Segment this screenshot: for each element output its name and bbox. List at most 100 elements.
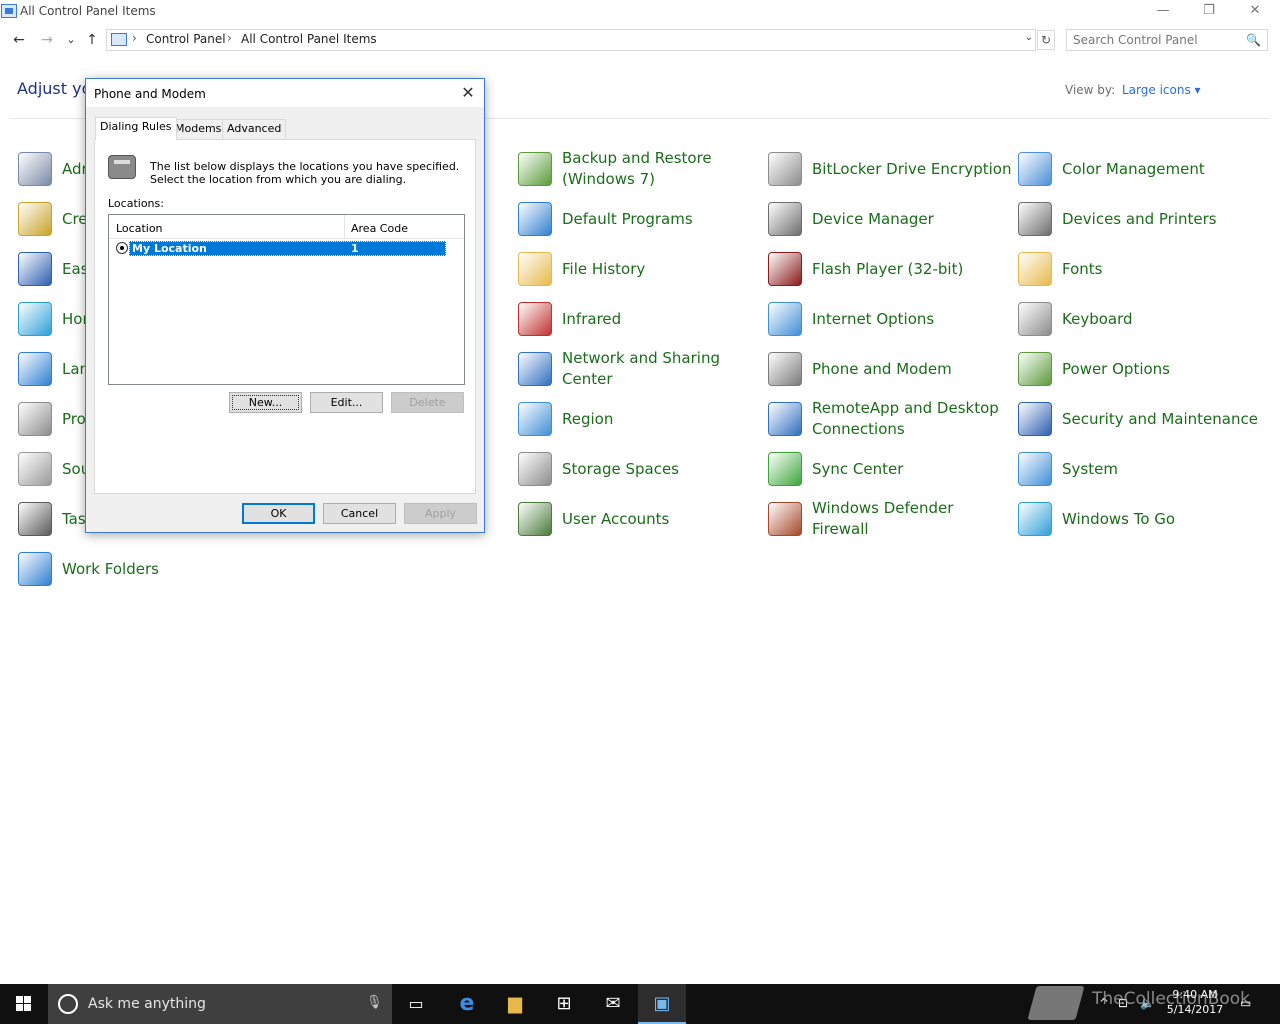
breadcrumb-all-items[interactable]: All Control Panel Items (241, 32, 377, 46)
forward-button[interactable]: → (37, 30, 57, 50)
new-location-button[interactable]: New... (229, 392, 302, 413)
control-panel-item[interactable]: Devices and Printers (1018, 196, 1258, 242)
control-panel-item-label[interactable]: Storage Spaces (562, 446, 762, 492)
search-input[interactable] (1073, 32, 1243, 48)
control-panel-item-label[interactable]: Infrared (562, 296, 762, 342)
control-panel-item[interactable]: Keyboard (1018, 296, 1258, 342)
tab-modems[interactable]: Modems (170, 119, 227, 139)
control-panel-item-label[interactable]: Region (562, 396, 762, 442)
control-panel-item[interactable]: Fonts (1018, 246, 1258, 292)
tab-advanced[interactable]: Advanced (222, 119, 287, 139)
control-panel-item[interactable]: Sync Center (768, 446, 1008, 492)
control-panel-item[interactable]: RemoteApp and Desktop Connections (768, 396, 1008, 442)
control-panel-item[interactable]: Windows To Go (1018, 496, 1258, 542)
administrative-tools-icon (18, 152, 52, 186)
control-panel-item[interactable]: Internet Options (768, 296, 1008, 342)
control-panel-item-label[interactable]: File History (562, 246, 762, 292)
column-header-area-code[interactable]: Area Code (351, 222, 408, 235)
control-panel-item-label[interactable]: Device Manager (812, 196, 1012, 242)
address-dropdown-icon[interactable]: ⌄ (1025, 32, 1033, 43)
close-button[interactable]: ✕ (1232, 0, 1278, 24)
location-radio[interactable] (116, 242, 128, 254)
control-panel-item[interactable]: Infrared (518, 296, 758, 342)
control-panel-item-label[interactable]: Phone and Modem (812, 346, 1012, 392)
control-panel-item-label[interactable]: Color Management (1062, 146, 1262, 192)
address-row: ← → ⌄ ↑ › Control Panel › All Control Pa… (0, 28, 1280, 52)
start-button[interactable] (0, 984, 48, 1024)
refresh-button[interactable]: ↻ (1037, 30, 1055, 50)
control-panel-item-label[interactable]: Windows To Go (1062, 496, 1262, 542)
cortana-search-box[interactable]: Ask me anything 🎙 (48, 984, 392, 1024)
column-header-location[interactable]: Location (116, 222, 163, 235)
search-box[interactable]: 🔍 (1066, 29, 1268, 51)
cancel-button[interactable]: Cancel (323, 503, 396, 524)
windows-logo-icon (16, 996, 32, 1012)
delete-location-button[interactable]: Delete (391, 392, 464, 413)
breadcrumb-control-panel[interactable]: Control Panel (146, 32, 226, 46)
edit-location-button[interactable]: Edit... (310, 392, 383, 413)
back-button[interactable]: ← (9, 30, 29, 50)
address-bar[interactable]: › Control Panel › All Control Panel Item… (106, 29, 1036, 51)
control-panel-item-label[interactable]: Power Options (1062, 346, 1262, 392)
notification-center-icon[interactable]: ▭ (1240, 996, 1251, 1010)
control-panel-item[interactable]: Power Options (1018, 346, 1258, 392)
table-row[interactable]: My Location 1 (129, 241, 446, 256)
control-panel-item-label[interactable]: BitLocker Drive Encryption (812, 146, 1012, 192)
phone-modem-icon (768, 352, 802, 386)
restore-button[interactable]: ❐ (1186, 0, 1232, 24)
control-panel-item[interactable]: Flash Player (32-bit) (768, 246, 1008, 292)
control-panel-item-label[interactable]: Work Folders (62, 546, 262, 592)
control-panel-item-label[interactable]: RemoteApp and Desktop Connections (812, 396, 1012, 442)
view-by-dropdown[interactable]: Large icons ▾ (1122, 83, 1201, 97)
control-panel-item[interactable]: BitLocker Drive Encryption (768, 146, 1011, 192)
control-panel-item[interactable]: Phone and Modem (768, 346, 1008, 392)
control-panel-item-label[interactable]: Sync Center (812, 446, 1012, 492)
control-panel-item-label[interactable]: Flash Player (32-bit) (812, 246, 1012, 292)
control-panel-item[interactable]: Backup and Restore (Windows 7) (518, 146, 758, 192)
tab-dialing-rules[interactable]: Dialing Rules (95, 117, 177, 140)
window-title: All Control Panel Items (20, 4, 156, 18)
microphone-icon[interactable]: 🎙 (366, 995, 383, 1010)
mail-icon[interactable]: ✉ (589, 984, 637, 1024)
control-panel-item[interactable]: Region (518, 396, 758, 442)
control-panel-item[interactable]: Default Programs (518, 196, 758, 242)
locations-list[interactable]: Location Area Code My Location 1 (108, 214, 465, 385)
store-icon[interactable]: ⊞ (540, 984, 588, 1024)
control-panel-item-label[interactable]: Default Programs (562, 196, 762, 242)
edge-icon[interactable]: e (443, 984, 491, 1024)
control-panel-item[interactable]: User Accounts (518, 496, 758, 542)
control-panel-item[interactable]: Color Management (1018, 146, 1258, 192)
control-panel-item-label[interactable]: Keyboard (1062, 296, 1262, 342)
control-panel-item-label[interactable]: User Accounts (562, 496, 762, 542)
control-panel-item[interactable]: Device Manager (768, 196, 1008, 242)
clock[interactable]: 9:40 AM 5/14/2017 (1160, 987, 1230, 1017)
control-panel-taskbar-icon[interactable]: ▣ (638, 984, 686, 1024)
control-panel-item[interactable]: File History (518, 246, 758, 292)
control-panel-item-label[interactable]: Fonts (1062, 246, 1262, 292)
ok-button[interactable]: OK (242, 503, 315, 524)
recent-locations-button[interactable]: ⌄ (61, 30, 81, 50)
control-panel-item[interactable]: Network and Sharing Center (518, 346, 758, 392)
task-view-icon[interactable]: ▭ (392, 984, 440, 1024)
control-panel-item[interactable]: Windows Defender Firewall (768, 496, 1008, 542)
control-panel-item[interactable]: Storage Spaces (518, 446, 758, 492)
search-icon[interactable]: 🔍 (1246, 33, 1261, 47)
control-panel-item-label[interactable]: Backup and Restore (Windows 7) (562, 146, 762, 192)
control-panel-item-label[interactable]: Internet Options (812, 296, 1012, 342)
fonts-icon (1018, 252, 1052, 286)
control-panel-item[interactable]: Work Folders (18, 546, 258, 592)
control-panel-item-label[interactable]: Security and Maintenance (1062, 396, 1262, 442)
minimize-button[interactable]: — (1140, 0, 1186, 24)
sound-icon (18, 452, 52, 486)
apply-button[interactable]: Apply (404, 503, 477, 524)
up-button[interactable]: ↑ (82, 30, 102, 50)
dialog-close-button[interactable]: ✕ (452, 79, 484, 107)
column-separator[interactable] (344, 215, 345, 239)
control-panel-item-label[interactable]: Windows Defender Firewall (812, 496, 1012, 542)
control-panel-item[interactable]: Security and Maintenance (1018, 396, 1258, 442)
control-panel-item-label[interactable]: Network and Sharing Center (562, 346, 762, 392)
control-panel-item[interactable]: System (1018, 446, 1258, 492)
control-panel-item-label[interactable]: System (1062, 446, 1262, 492)
control-panel-item-label[interactable]: Devices and Printers (1062, 196, 1262, 242)
file-explorer-icon[interactable]: ▆ (491, 984, 539, 1024)
